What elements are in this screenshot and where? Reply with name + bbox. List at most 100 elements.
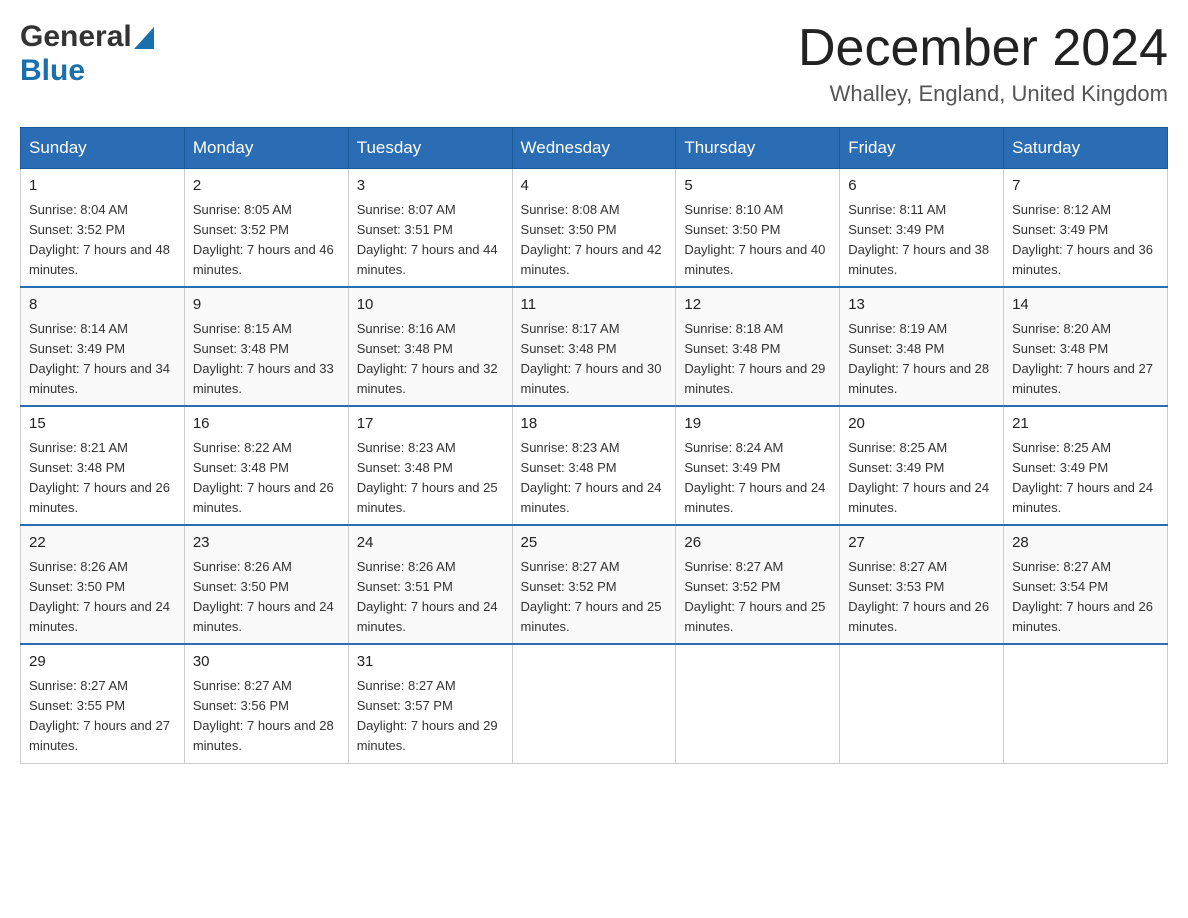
calendar-cell: 25Sunrise: 8:27 AMSunset: 3:52 PMDayligh… xyxy=(512,525,676,644)
day-number: 11 xyxy=(521,294,668,317)
weekday-header-sunday: Sunday xyxy=(21,128,185,169)
calendar-cell: 28Sunrise: 8:27 AMSunset: 3:54 PMDayligh… xyxy=(1004,525,1168,644)
day-number: 4 xyxy=(521,175,668,198)
day-number: 12 xyxy=(684,294,831,317)
day-number: 20 xyxy=(848,413,995,436)
day-info: Sunrise: 8:26 AMSunset: 3:50 PMDaylight:… xyxy=(29,557,176,638)
calendar-cell: 19Sunrise: 8:24 AMSunset: 3:49 PMDayligh… xyxy=(676,406,840,525)
day-info: Sunrise: 8:12 AMSunset: 3:49 PMDaylight:… xyxy=(1012,200,1159,281)
calendar-cell: 14Sunrise: 8:20 AMSunset: 3:48 PMDayligh… xyxy=(1004,287,1168,406)
day-info: Sunrise: 8:25 AMSunset: 3:49 PMDaylight:… xyxy=(1012,438,1159,519)
weekday-header-thursday: Thursday xyxy=(676,128,840,169)
calendar-cell: 17Sunrise: 8:23 AMSunset: 3:48 PMDayligh… xyxy=(348,406,512,525)
day-info: Sunrise: 8:10 AMSunset: 3:50 PMDaylight:… xyxy=(684,200,831,281)
day-number: 21 xyxy=(1012,413,1159,436)
calendar-cell: 18Sunrise: 8:23 AMSunset: 3:48 PMDayligh… xyxy=(512,406,676,525)
calendar-cell: 26Sunrise: 8:27 AMSunset: 3:52 PMDayligh… xyxy=(676,525,840,644)
calendar-cell xyxy=(676,644,840,763)
calendar-cell: 3Sunrise: 8:07 AMSunset: 3:51 PMDaylight… xyxy=(348,169,512,288)
day-number: 8 xyxy=(29,294,176,317)
day-number: 24 xyxy=(357,532,504,555)
day-info: Sunrise: 8:27 AMSunset: 3:55 PMDaylight:… xyxy=(29,676,176,757)
calendar-cell: 2Sunrise: 8:05 AMSunset: 3:52 PMDaylight… xyxy=(184,169,348,288)
weekday-header-saturday: Saturday xyxy=(1004,128,1168,169)
day-number: 28 xyxy=(1012,532,1159,555)
weekday-header-row: SundayMondayTuesdayWednesdayThursdayFrid… xyxy=(21,128,1168,169)
calendar-cell: 27Sunrise: 8:27 AMSunset: 3:53 PMDayligh… xyxy=(840,525,1004,644)
page-subtitle: Whalley, England, United Kingdom xyxy=(798,81,1168,107)
calendar-cell: 11Sunrise: 8:17 AMSunset: 3:48 PMDayligh… xyxy=(512,287,676,406)
day-number: 17 xyxy=(357,413,504,436)
day-info: Sunrise: 8:15 AMSunset: 3:48 PMDaylight:… xyxy=(193,319,340,400)
day-number: 31 xyxy=(357,651,504,674)
calendar-cell: 12Sunrise: 8:18 AMSunset: 3:48 PMDayligh… xyxy=(676,287,840,406)
day-info: Sunrise: 8:27 AMSunset: 3:54 PMDaylight:… xyxy=(1012,557,1159,638)
day-info: Sunrise: 8:26 AMSunset: 3:50 PMDaylight:… xyxy=(193,557,340,638)
day-info: Sunrise: 8:22 AMSunset: 3:48 PMDaylight:… xyxy=(193,438,340,519)
day-info: Sunrise: 8:21 AMSunset: 3:48 PMDaylight:… xyxy=(29,438,176,519)
day-info: Sunrise: 8:14 AMSunset: 3:49 PMDaylight:… xyxy=(29,319,176,400)
day-number: 1 xyxy=(29,175,176,198)
day-info: Sunrise: 8:05 AMSunset: 3:52 PMDaylight:… xyxy=(193,200,340,281)
title-section: December 2024 Whalley, England, United K… xyxy=(798,20,1168,107)
page-header: General Blue December 2024 Whalley, Engl… xyxy=(20,20,1168,107)
day-info: Sunrise: 8:27 AMSunset: 3:52 PMDaylight:… xyxy=(684,557,831,638)
day-info: Sunrise: 8:27 AMSunset: 3:56 PMDaylight:… xyxy=(193,676,340,757)
day-number: 5 xyxy=(684,175,831,198)
day-number: 22 xyxy=(29,532,176,555)
calendar-cell: 10Sunrise: 8:16 AMSunset: 3:48 PMDayligh… xyxy=(348,287,512,406)
logo-general-text: General xyxy=(20,20,132,54)
day-number: 10 xyxy=(357,294,504,317)
calendar-cell: 8Sunrise: 8:14 AMSunset: 3:49 PMDaylight… xyxy=(21,287,185,406)
calendar-cell: 1Sunrise: 8:04 AMSunset: 3:52 PMDaylight… xyxy=(21,169,185,288)
day-number: 27 xyxy=(848,532,995,555)
day-number: 3 xyxy=(357,175,504,198)
day-number: 6 xyxy=(848,175,995,198)
calendar-cell: 20Sunrise: 8:25 AMSunset: 3:49 PMDayligh… xyxy=(840,406,1004,525)
day-number: 14 xyxy=(1012,294,1159,317)
logo: General Blue xyxy=(20,20,154,88)
day-info: Sunrise: 8:07 AMSunset: 3:51 PMDaylight:… xyxy=(357,200,504,281)
calendar-cell: 6Sunrise: 8:11 AMSunset: 3:49 PMDaylight… xyxy=(840,169,1004,288)
calendar-cell: 9Sunrise: 8:15 AMSunset: 3:48 PMDaylight… xyxy=(184,287,348,406)
calendar-cell: 15Sunrise: 8:21 AMSunset: 3:48 PMDayligh… xyxy=(21,406,185,525)
day-number: 25 xyxy=(521,532,668,555)
day-number: 23 xyxy=(193,532,340,555)
calendar-cell: 7Sunrise: 8:12 AMSunset: 3:49 PMDaylight… xyxy=(1004,169,1168,288)
calendar-cell xyxy=(512,644,676,763)
weekday-header-monday: Monday xyxy=(184,128,348,169)
day-number: 13 xyxy=(848,294,995,317)
day-info: Sunrise: 8:04 AMSunset: 3:52 PMDaylight:… xyxy=(29,200,176,281)
page-title: December 2024 xyxy=(798,20,1168,77)
day-info: Sunrise: 8:08 AMSunset: 3:50 PMDaylight:… xyxy=(521,200,668,281)
day-info: Sunrise: 8:26 AMSunset: 3:51 PMDaylight:… xyxy=(357,557,504,638)
logo-blue-text: Blue xyxy=(20,54,85,87)
calendar-cell xyxy=(840,644,1004,763)
weekday-header-wednesday: Wednesday xyxy=(512,128,676,169)
calendar-cell: 24Sunrise: 8:26 AMSunset: 3:51 PMDayligh… xyxy=(348,525,512,644)
calendar-cell: 21Sunrise: 8:25 AMSunset: 3:49 PMDayligh… xyxy=(1004,406,1168,525)
day-info: Sunrise: 8:11 AMSunset: 3:49 PMDaylight:… xyxy=(848,200,995,281)
day-number: 19 xyxy=(684,413,831,436)
weekday-header-friday: Friday xyxy=(840,128,1004,169)
calendar-cell: 16Sunrise: 8:22 AMSunset: 3:48 PMDayligh… xyxy=(184,406,348,525)
day-number: 18 xyxy=(521,413,668,436)
calendar-cell: 22Sunrise: 8:26 AMSunset: 3:50 PMDayligh… xyxy=(21,525,185,644)
day-number: 2 xyxy=(193,175,340,198)
day-number: 7 xyxy=(1012,175,1159,198)
day-info: Sunrise: 8:18 AMSunset: 3:48 PMDaylight:… xyxy=(684,319,831,400)
day-info: Sunrise: 8:24 AMSunset: 3:49 PMDaylight:… xyxy=(684,438,831,519)
day-info: Sunrise: 8:16 AMSunset: 3:48 PMDaylight:… xyxy=(357,319,504,400)
day-info: Sunrise: 8:19 AMSunset: 3:48 PMDaylight:… xyxy=(848,319,995,400)
day-number: 30 xyxy=(193,651,340,674)
calendar-cell: 31Sunrise: 8:27 AMSunset: 3:57 PMDayligh… xyxy=(348,644,512,763)
day-info: Sunrise: 8:23 AMSunset: 3:48 PMDaylight:… xyxy=(357,438,504,519)
calendar-cell: 13Sunrise: 8:19 AMSunset: 3:48 PMDayligh… xyxy=(840,287,1004,406)
day-info: Sunrise: 8:17 AMSunset: 3:48 PMDaylight:… xyxy=(521,319,668,400)
weekday-header-tuesday: Tuesday xyxy=(348,128,512,169)
day-info: Sunrise: 8:27 AMSunset: 3:57 PMDaylight:… xyxy=(357,676,504,757)
day-number: 15 xyxy=(29,413,176,436)
day-info: Sunrise: 8:27 AMSunset: 3:53 PMDaylight:… xyxy=(848,557,995,638)
day-number: 9 xyxy=(193,294,340,317)
calendar-table: SundayMondayTuesdayWednesdayThursdayFrid… xyxy=(20,127,1168,763)
